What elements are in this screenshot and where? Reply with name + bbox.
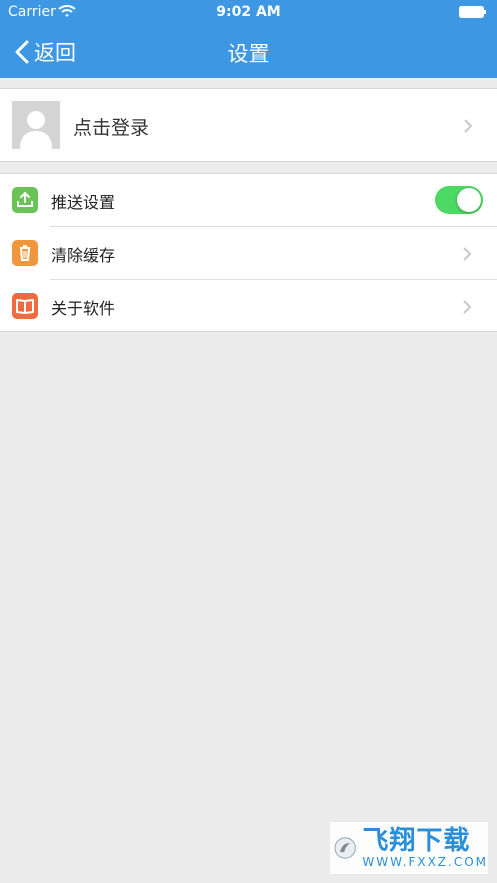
push-toggle[interactable] [435,186,483,214]
chevron-right-icon [464,119,473,133]
login-label: 点击登录 [73,117,150,139]
navigation-bar: 返回 设置 [0,28,497,78]
top-bar: Carrier 9:02 AM 返回 设置 [0,0,497,78]
battery-icon [459,6,486,18]
list-item-label: 清除缓存 [51,246,116,265]
list-item-push-settings[interactable]: 推送设置 [0,174,497,227]
user-placeholder-icon [20,111,52,149]
list-item-label: 关于软件 [51,299,116,318]
toggle-knob [457,188,481,212]
watermark-logo-icon [334,837,356,859]
status-time: 9:02 AM [216,4,281,20]
login-row[interactable]: 点击登录 [0,88,497,162]
settings-list: 推送设置 清除缓存 关于软件 [0,173,497,332]
push-upload-icon [12,187,38,213]
watermark: 飞翔下载 WWW.FXXZ.COM [330,822,488,874]
watermark-text: 飞翔下载 [362,826,471,856]
book-icon [12,293,38,319]
avatar [12,101,60,149]
status-bar: Carrier 9:02 AM [0,0,497,28]
list-item-clear-cache[interactable]: 清除缓存 [0,227,497,280]
list-item-about[interactable]: 关于软件 [0,280,497,333]
trash-icon [12,240,38,266]
page-title: 设置 [227,42,270,66]
chevron-right-icon [463,247,472,261]
watermark-url: WWW.FXXZ.COM [362,855,488,869]
chevron-right-icon [463,300,472,314]
list-item-label: 推送设置 [51,193,116,212]
